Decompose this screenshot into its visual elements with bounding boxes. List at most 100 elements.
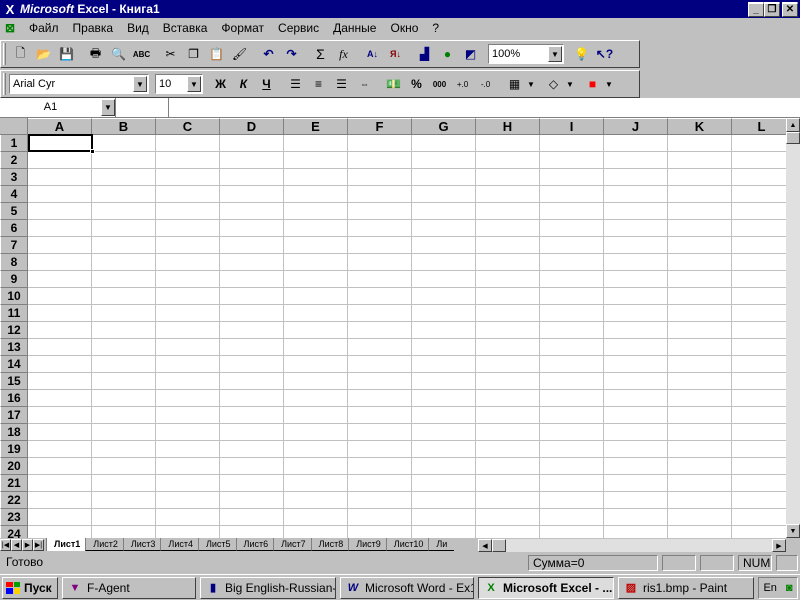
- sheet-tab[interactable]: Лист3: [122, 538, 163, 551]
- column-header-l[interactable]: L: [732, 118, 786, 135]
- sheet-tab[interactable]: Ли: [428, 538, 455, 551]
- toolbar-grip[interactable]: [3, 43, 6, 65]
- scroll-down-icon[interactable]: ▼: [786, 524, 800, 538]
- row-header-20[interactable]: 20: [0, 458, 28, 475]
- column-header-h[interactable]: H: [476, 118, 540, 135]
- horizontal-scrollbar[interactable]: ◀ ▶: [478, 539, 786, 552]
- scroll-right-icon[interactable]: ▶: [772, 539, 786, 552]
- column-header-g[interactable]: G: [412, 118, 476, 135]
- bold-button[interactable]: Ж: [209, 73, 232, 95]
- column-header-b[interactable]: B: [92, 118, 156, 135]
- decrease-decimal-icon[interactable]: -.0: [474, 73, 497, 95]
- chevron-down-icon[interactable]: ▼: [526, 73, 536, 95]
- row-header-11[interactable]: 11: [0, 305, 28, 322]
- prev-sheet-icon[interactable]: ◀: [11, 539, 22, 551]
- column-header-e[interactable]: E: [284, 118, 348, 135]
- row-header-8[interactable]: 8: [0, 254, 28, 271]
- chevron-down-icon[interactable]: ▼: [604, 73, 614, 95]
- row-header-24[interactable]: 24: [0, 526, 28, 538]
- chevron-down-icon[interactable]: ▼: [133, 76, 147, 92]
- map-icon[interactable]: ●: [436, 43, 459, 65]
- row-header-13[interactable]: 13: [0, 339, 28, 356]
- last-sheet-icon[interactable]: ▶|: [33, 539, 44, 551]
- sheet-tab[interactable]: Лист8: [310, 538, 351, 551]
- cells-area[interactable]: [28, 135, 786, 538]
- row-header-6[interactable]: 6: [0, 220, 28, 237]
- menu-file[interactable]: Файл: [22, 19, 66, 37]
- task-dictionary[interactable]: ▮ Big English-Russian-E...: [200, 576, 336, 599]
- sheet-tab[interactable]: Лист10: [385, 538, 431, 551]
- scroll-up-icon[interactable]: ▲: [786, 118, 800, 132]
- task-excel[interactable]: X Microsoft Excel - ...: [478, 576, 614, 599]
- chevron-down-icon[interactable]: ▼: [101, 99, 115, 116]
- spelling-icon[interactable]: ABC: [130, 43, 153, 65]
- zoom-select[interactable]: 100% ▼: [488, 44, 564, 64]
- cut-icon[interactable]: ✂: [159, 43, 182, 65]
- sheet-tab[interactable]: Лист9: [348, 538, 388, 551]
- column-header-f[interactable]: F: [348, 118, 412, 135]
- scroll-left-icon[interactable]: ◀: [478, 539, 492, 552]
- fill-handle[interactable]: [90, 149, 95, 154]
- tip-wizard-icon[interactable]: 💡: [570, 43, 593, 65]
- row-header-4[interactable]: 4: [0, 186, 28, 203]
- sheet-tab[interactable]: Лист6: [235, 538, 276, 551]
- next-sheet-icon[interactable]: ▶: [22, 539, 33, 551]
- row-header-15[interactable]: 15: [0, 373, 28, 390]
- column-header-d[interactable]: D: [220, 118, 284, 135]
- doc-restore-button[interactable]: ❐: [764, 3, 780, 17]
- tray-app-icon[interactable]: ◙: [786, 582, 793, 594]
- italic-button[interactable]: К: [232, 73, 255, 95]
- drawing-icon[interactable]: ◩: [459, 43, 482, 65]
- excel-icon[interactable]: X: [2, 1, 18, 17]
- row-header-23[interactable]: 23: [0, 509, 28, 526]
- column-header-j[interactable]: J: [604, 118, 668, 135]
- function-wizard-icon[interactable]: fx: [332, 43, 355, 65]
- chart-wizard-icon[interactable]: ▟: [413, 43, 436, 65]
- print-icon[interactable]: 🖶: [84, 43, 107, 65]
- workbook-icon[interactable]: ⊠: [2, 20, 18, 36]
- font-size-select[interactable]: 10 ▼: [155, 74, 203, 94]
- menu-view[interactable]: Вид: [120, 19, 156, 37]
- vertical-scrollbar[interactable]: ▲ ▼: [786, 118, 800, 538]
- menu-data[interactable]: Данные: [326, 19, 383, 37]
- horizontal-scroll-thumb[interactable]: [492, 539, 506, 552]
- align-right-icon[interactable]: ☰: [330, 73, 353, 95]
- row-header-16[interactable]: 16: [0, 390, 28, 407]
- menu-format[interactable]: Формат: [214, 19, 271, 37]
- menu-help[interactable]: ?: [425, 19, 446, 37]
- open-icon[interactable]: 📂: [32, 43, 55, 65]
- sort-ascending-icon[interactable]: A↓: [361, 43, 384, 65]
- chevron-down-icon[interactable]: ▼: [187, 76, 201, 92]
- currency-icon[interactable]: 💵: [382, 73, 405, 95]
- language-indicator[interactable]: En: [763, 582, 776, 594]
- task-f-agent[interactable]: ▼ F-Agent: [62, 576, 196, 599]
- increase-decimal-icon[interactable]: +.0: [451, 73, 474, 95]
- undo-icon[interactable]: ↶: [257, 43, 280, 65]
- menu-tools[interactable]: Сервис: [271, 19, 326, 37]
- start-button[interactable]: Пуск: [2, 576, 58, 599]
- formula-input[interactable]: [168, 98, 800, 117]
- column-header-k[interactable]: K: [668, 118, 732, 135]
- column-header-c[interactable]: C: [156, 118, 220, 135]
- name-box[interactable]: A1 ▼: [0, 98, 116, 117]
- row-header-9[interactable]: 9: [0, 271, 28, 288]
- percent-button[interactable]: %: [405, 73, 428, 95]
- row-header-14[interactable]: 14: [0, 356, 28, 373]
- merge-center-icon[interactable]: ⇔: [353, 73, 376, 95]
- row-header-19[interactable]: 19: [0, 441, 28, 458]
- fill-color-icon[interactable]: ◇: [542, 73, 565, 95]
- print-preview-icon[interactable]: 🔍: [107, 43, 130, 65]
- align-center-icon[interactable]: ≡: [307, 73, 330, 95]
- doc-minimize-button[interactable]: _: [748, 3, 764, 17]
- sheet-tab[interactable]: Лист1: [46, 538, 88, 551]
- column-header-a[interactable]: A: [28, 118, 92, 135]
- menu-window[interactable]: Окно: [383, 19, 425, 37]
- chevron-down-icon[interactable]: ▼: [548, 46, 562, 62]
- sheet-tab[interactable]: Лист7: [273, 538, 313, 551]
- row-header-10[interactable]: 10: [0, 288, 28, 305]
- column-header-i[interactable]: I: [540, 118, 604, 135]
- sheet-tab[interactable]: Лист2: [85, 538, 125, 551]
- task-word[interactable]: W Microsoft Word - Ex1...: [340, 576, 474, 599]
- menu-insert[interactable]: Вставка: [156, 19, 215, 37]
- sort-descending-icon[interactable]: Я↓: [384, 43, 407, 65]
